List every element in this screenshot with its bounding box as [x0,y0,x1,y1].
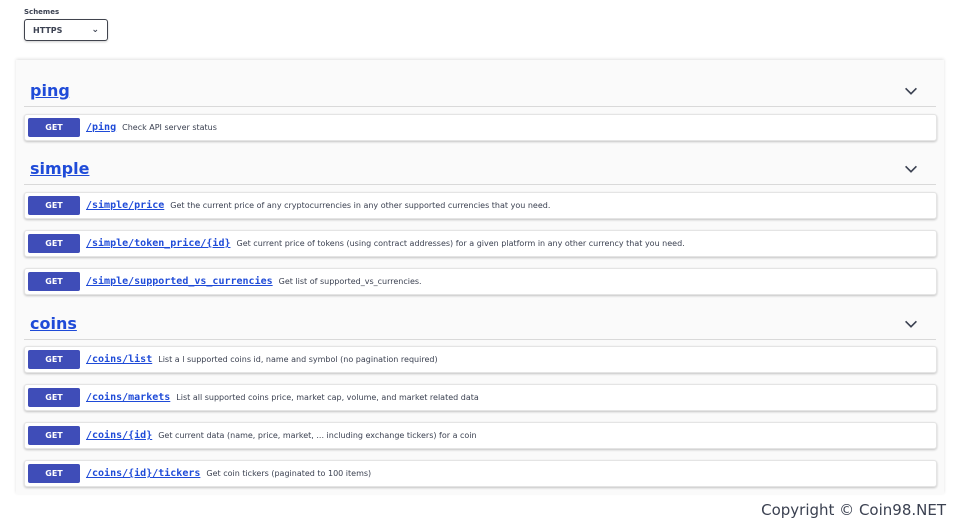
chevron-down-icon[interactable] [902,82,920,100]
chevron-down-icon[interactable] [902,315,920,333]
method-badge-get: GET [28,350,80,369]
schemes-label: Schemes [24,8,60,16]
operation-path-link[interactable]: /coins/{id} [86,430,152,441]
operation-path-link[interactable]: /simple/price [86,200,164,211]
operation-description: Get list of supported_vs_currencies. [278,277,422,286]
chevron-down-icon: ⌄ [91,25,99,35]
method-badge-get: GET [28,426,80,445]
operation-path-link[interactable]: /coins/list [86,354,152,365]
method-badge-get: GET [28,118,80,137]
operation-description: List all supported coins price, market c… [176,393,479,402]
operations-container: ping GET /ping Check API server status s… [16,60,944,494]
operation-description: List a l supported coins id, name and sy… [158,355,438,364]
method-badge-get: GET [28,388,80,407]
scheme-selected-value: HTTPS [33,25,63,35]
operation-description: Check API server status [122,123,217,132]
operation-row[interactable]: GET /simple/token_price/{id} Get current… [24,230,937,257]
tag-name[interactable]: ping [24,81,70,100]
tag-name[interactable]: simple [24,159,89,178]
tag-header-ping[interactable]: ping [24,75,936,107]
method-badge-get: GET [28,196,80,215]
operation-path-link[interactable]: /coins/markets [86,392,170,403]
operation-row[interactable]: GET /coins/list List a l supported coins… [24,346,937,373]
operation-path-link[interactable]: /simple/token_price/{id} [86,238,231,249]
watermark-text: Copyright © Coin98.NET [761,501,946,519]
operation-description: Get the current price of any cryptocurre… [170,201,551,210]
operation-row[interactable]: GET /simple/supported_vs_currencies Get … [24,268,937,295]
chevron-down-icon[interactable] [902,160,920,178]
method-badge-get: GET [28,464,80,483]
operation-path-link[interactable]: /coins/{id}/tickers [86,468,200,479]
operation-row[interactable]: GET /coins/markets List all supported co… [24,384,937,411]
schemes-panel: Schemes HTTPS ⌄ [24,8,108,41]
scheme-select[interactable]: HTTPS ⌄ [24,19,108,41]
operation-row[interactable]: GET /coins/{id}/tickers Get coin tickers… [24,460,937,487]
operation-description: Get current data (name, price, market, .… [158,431,477,440]
operation-path-link[interactable]: /simple/supported_vs_currencies [86,276,273,287]
operation-description: Get coin tickers (paginated to 100 items… [206,469,372,478]
operation-path-link[interactable]: /ping [86,122,116,133]
operation-row[interactable]: GET /simple/price Get the current price … [24,192,937,219]
operation-row[interactable]: GET /coins/{id} Get current data (name, … [24,422,937,449]
method-badge-get: GET [28,272,80,291]
tag-name[interactable]: coins [24,314,77,333]
operation-description: Get current price of tokens (using contr… [236,239,685,248]
tag-header-simple[interactable]: simple [24,153,936,185]
method-badge-get: GET [28,234,80,253]
operation-row[interactable]: GET /ping Check API server status [24,114,937,141]
tag-header-coins[interactable]: coins [24,308,936,340]
